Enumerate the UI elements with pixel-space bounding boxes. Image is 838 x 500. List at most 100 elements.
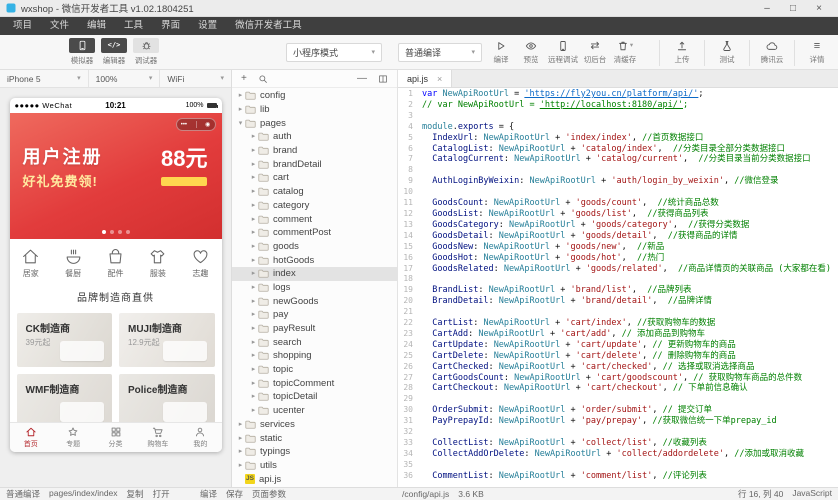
toggle-simulator[interactable]: 模拟器 xyxy=(68,38,96,66)
promo-banner[interactable]: ••• ◉ 用户注册 好礼免费领! 88元 xyxy=(10,113,222,239)
status-open[interactable]: 打开 xyxy=(153,488,170,500)
mini-program-capsule[interactable]: ••• ◉ xyxy=(176,118,216,131)
line-number[interactable]: 16 xyxy=(398,253,422,264)
tree-folder-lib[interactable]: ▸lib xyxy=(232,103,397,117)
line-number[interactable]: 31 xyxy=(398,416,422,427)
line-number[interactable]: 22 xyxy=(398,318,422,329)
line-number[interactable]: 35 xyxy=(398,460,422,471)
line-number[interactable]: 29 xyxy=(398,394,422,405)
collapse-icon[interactable]: — xyxy=(357,74,367,84)
tree-folder-pages[interactable]: ▾pages xyxy=(232,116,397,130)
line-number[interactable]: 3 xyxy=(398,111,422,122)
status-copy[interactable]: 复制 xyxy=(127,488,144,500)
device-select[interactable]: iPhone 5 ▾ xyxy=(0,70,89,87)
line-number[interactable]: 11 xyxy=(398,198,422,209)
category-home[interactable]: 居家 xyxy=(10,247,52,279)
menu-item[interactable]: 项目 xyxy=(4,17,41,35)
close-button[interactable]: × xyxy=(806,0,832,17)
tab-topic[interactable]: 专题 xyxy=(52,423,94,452)
search-icon[interactable] xyxy=(258,74,268,84)
minimize-button[interactable]: – xyxy=(754,0,780,17)
tree-folder-pay[interactable]: ▸pay xyxy=(232,308,397,322)
tree-file-api.js[interactable]: JSapi.js xyxy=(232,472,397,486)
line-number[interactable]: 9 xyxy=(398,176,422,187)
line-number[interactable]: 36 xyxy=(398,471,422,482)
compile-mode-select[interactable]: 普通编译 ▾ xyxy=(398,43,482,62)
action-switch-background[interactable]: ⇄切后台 xyxy=(580,38,610,65)
line-number[interactable]: 17 xyxy=(398,264,422,275)
category-hobby[interactable]: 志趣 xyxy=(179,247,221,279)
toggle-debugger[interactable]: 调试器 xyxy=(132,38,160,66)
zoom-select[interactable]: 100% ▾ xyxy=(89,70,161,87)
line-number[interactable]: 34 xyxy=(398,449,422,460)
tree-folder-utils[interactable]: ▸utils xyxy=(232,459,397,473)
action-preview[interactable]: 预览 xyxy=(516,38,546,65)
line-number[interactable]: 23 xyxy=(398,329,422,340)
menu-item[interactable]: 工具 xyxy=(115,17,152,35)
tree-folder-logs[interactable]: ▸logs xyxy=(232,281,397,295)
exit-icon[interactable]: ◉ xyxy=(205,122,210,128)
language-mode[interactable]: JavaScript xyxy=(792,488,832,500)
brand-card[interactable]: CK制造商39元起 xyxy=(17,313,113,367)
maximize-button[interactable]: □ xyxy=(780,0,806,17)
tree-folder-cart[interactable]: ▸cart xyxy=(232,171,397,185)
status-compile[interactable]: 编译 xyxy=(200,488,217,500)
tree-folder-topicComment[interactable]: ▸topicComment xyxy=(232,376,397,390)
tree-folder-typings[interactable]: ▸typings xyxy=(232,445,397,459)
code-area[interactable]: 1var NewApiRootUrl = 'https://fly2you.cn… xyxy=(398,88,838,487)
line-number[interactable]: 27 xyxy=(398,373,422,384)
line-number[interactable]: 24 xyxy=(398,340,422,351)
line-number[interactable]: 10 xyxy=(398,187,422,198)
brand-card[interactable]: MUJI制造商12.9元起 xyxy=(119,313,215,367)
tree-folder-comment[interactable]: ▸comment xyxy=(232,212,397,226)
tree-folder-auth[interactable]: ▸auth xyxy=(232,130,397,144)
cursor-position[interactable]: 行 16, 列 40 xyxy=(738,488,783,500)
line-number[interactable]: 19 xyxy=(398,285,422,296)
action-clear-cache[interactable]: ▾清缓存 xyxy=(610,38,640,65)
action-upload[interactable]: 上传 xyxy=(667,38,697,65)
action-details[interactable]: ≡详情 xyxy=(802,38,832,65)
tab-home[interactable]: 首页 xyxy=(10,423,52,452)
status-scene[interactable]: pages/index/index xyxy=(49,488,118,500)
menu-item[interactable]: 编辑 xyxy=(78,17,115,35)
line-number[interactable]: 15 xyxy=(398,242,422,253)
toggle-editor[interactable]: </>编辑器 xyxy=(100,38,128,66)
line-number[interactable]: 26 xyxy=(398,362,422,373)
tree-folder-newGoods[interactable]: ▸newGoods xyxy=(232,294,397,308)
category-clothes[interactable]: 服装 xyxy=(137,247,179,279)
action-remote-debug[interactable]: 远程调试 xyxy=(546,38,580,65)
tab-cart[interactable]: 购物车 xyxy=(137,423,179,452)
tree-folder-ucenter[interactable]: ▸ucenter xyxy=(232,404,397,418)
line-number[interactable]: 5 xyxy=(398,133,422,144)
tree-folder-config[interactable]: ▸config xyxy=(232,89,397,103)
tree-folder-hotGoods[interactable]: ▸hotGoods xyxy=(232,253,397,267)
status-page-params[interactable]: 页面参数 xyxy=(252,488,286,500)
add-file-icon[interactable]: + xyxy=(241,74,247,84)
close-tab-icon[interactable]: × xyxy=(437,74,442,84)
tree-folder-brand[interactable]: ▸brand xyxy=(232,144,397,158)
tree-folder-shopping[interactable]: ▸shopping xyxy=(232,349,397,363)
line-number[interactable]: 12 xyxy=(398,209,422,220)
tree-folder-topic[interactable]: ▸topic xyxy=(232,363,397,377)
menu-item[interactable]: 界面 xyxy=(152,17,189,35)
line-number[interactable]: 20 xyxy=(398,296,422,307)
brand-card[interactable]: WMF制造商 xyxy=(17,374,113,428)
split-view-icon[interactable] xyxy=(378,74,388,84)
tab-category[interactable]: 分类 xyxy=(94,423,136,452)
tab-api-js[interactable]: api.js × xyxy=(398,70,452,87)
line-number[interactable]: 32 xyxy=(398,427,422,438)
brand-card[interactable]: Police制造商 xyxy=(119,374,215,428)
line-number[interactable]: 7 xyxy=(398,154,422,165)
tree-folder-catalog[interactable]: ▸catalog xyxy=(232,185,397,199)
tree-folder-static[interactable]: ▸static xyxy=(232,431,397,445)
status-save[interactable]: 保存 xyxy=(226,488,243,500)
category-accessories[interactable]: 配件 xyxy=(94,247,136,279)
tree-folder-topicDetail[interactable]: ▸topicDetail xyxy=(232,390,397,404)
action-tencent-cloud[interactable]: 腾讯云 xyxy=(757,38,787,65)
line-number[interactable]: 13 xyxy=(398,220,422,231)
category-kitchen[interactable]: 餐厨 xyxy=(52,247,94,279)
action-compile[interactable]: 编译 xyxy=(486,38,516,65)
menu-item[interactable]: 微信开发者工具 xyxy=(226,17,311,35)
action-test[interactable]: 测试 xyxy=(712,38,742,65)
line-number[interactable]: 8 xyxy=(398,165,422,176)
